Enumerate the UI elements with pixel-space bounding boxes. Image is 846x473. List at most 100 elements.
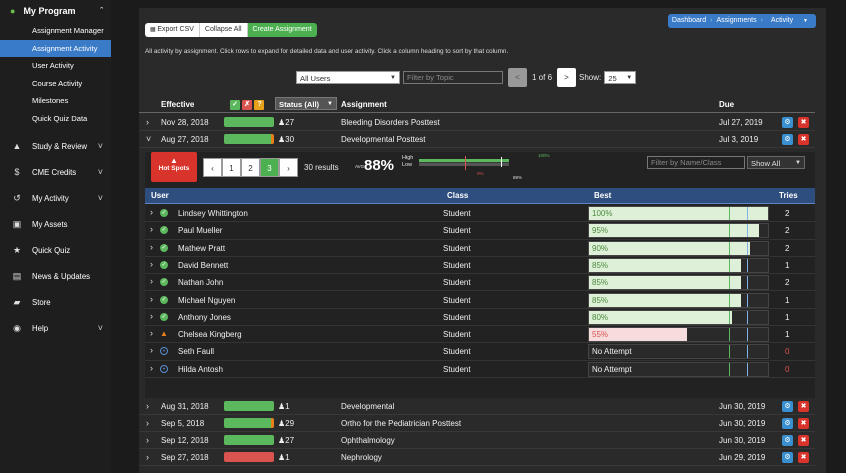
breadcrumb-assignments[interactable]: Assignments (713, 14, 761, 28)
breadcrumb-activity[interactable]: Activity ▼ (763, 14, 816, 28)
best-score-bar: 85% (588, 275, 769, 291)
expand-icon[interactable]: › (146, 117, 149, 127)
trash-icon[interactable]: ✖ (798, 134, 809, 145)
settings-icon[interactable]: ⚙ (782, 134, 793, 145)
best-score-value: 85% (592, 260, 609, 270)
column-due[interactable]: Due (719, 100, 734, 109)
assignment-row[interactable]: ˅ Aug 27, 2018 ♟30 Developmental Posttest Ju… (139, 131, 815, 148)
status-select[interactable]: Status (All) ▼ (275, 97, 337, 110)
export-csv-button[interactable]: ▦ Export CSV (145, 23, 200, 37)
expand-icon[interactable]: › (150, 311, 153, 321)
sidebar-subitem[interactable]: User Activity (0, 57, 111, 75)
user-class: Student (443, 347, 471, 357)
user-row[interactable]: › ✓ David Bennett Student 85% 1 (145, 257, 815, 275)
user-row[interactable]: › ✓ Mathew Pratt Student 90% 2 (145, 240, 815, 257)
user-row[interactable]: › ✓ Anthony Jones Student 80% 1 (145, 309, 815, 327)
sidebar-subitem[interactable]: Assignment Manager (0, 22, 111, 40)
users-select[interactable]: All Users ▼ (296, 71, 400, 84)
best-score-fill (589, 207, 768, 220)
page-button[interactable]: 2 (241, 158, 260, 177)
column-tries[interactable]: Tries (779, 191, 798, 200)
settings-icon[interactable]: ⚙ (782, 401, 793, 412)
sidebar-header-my-program[interactable]: ● My Program ˆ (0, 0, 111, 22)
page-button[interactable]: 1 (222, 158, 241, 177)
user-row[interactable]: › • Hilda Antosh Student No Attempt 0 (145, 361, 815, 378)
trash-icon[interactable]: ✖ (798, 435, 809, 446)
user-count-value: 1 (285, 402, 290, 411)
sidebar-item[interactable]: ▰ Store (0, 289, 111, 315)
expand-icon[interactable]: › (150, 363, 153, 373)
prev-page-button[interactable]: < (508, 68, 527, 87)
page-size-select[interactable]: 25 ▼ (604, 71, 637, 84)
expand-icon[interactable]: › (146, 418, 149, 428)
best-score-bar: 80% (588, 309, 769, 325)
sidebar-subitem[interactable]: Assignment Activity (0, 39, 111, 57)
expand-icon[interactable]: › (146, 435, 149, 445)
breadcrumb-activity-label: Activity (770, 17, 794, 24)
topic-filter-input[interactable]: Filter by Topic (403, 71, 503, 84)
create-assignment-button[interactable]: Create Assignment (247, 23, 317, 37)
expand-icon[interactable]: ˅ (146, 134, 151, 144)
assignment-row[interactable]: › Aug 31, 2018 ♟1 Developmental Jun 30, 2019… (139, 398, 815, 415)
expand-icon[interactable]: › (150, 224, 153, 234)
status-checkboxes: ✓ ✗ ? (230, 99, 265, 110)
prev-page-button[interactable]: ‹ (203, 158, 222, 177)
class-select[interactable]: Show All ▼ (747, 156, 805, 169)
column-best[interactable]: Best (594, 191, 611, 200)
sidebar-item[interactable]: ★ Quick Quiz (0, 237, 111, 263)
settings-icon[interactable]: ⚙ (782, 452, 793, 463)
column-class[interactable]: Class (447, 191, 468, 200)
next-page-button[interactable]: › (279, 158, 298, 177)
column-effective[interactable]: Effective (161, 100, 194, 109)
sidebar-item[interactable]: ◉ Help ˅ (0, 315, 111, 341)
sidebar-item[interactable]: $ CME Credits ˅ (0, 159, 111, 185)
trash-icon[interactable]: ✖ (798, 418, 809, 429)
expand-icon[interactable]: › (150, 259, 153, 269)
sidebar-item[interactable]: ↺ My Activity ˅ (0, 185, 111, 211)
check-icon[interactable]: ✓ (230, 100, 240, 110)
user-row[interactable]: › ✓ Nathan John Student 85% 2 (145, 274, 815, 292)
column-user[interactable]: User (151, 191, 169, 200)
expand-icon[interactable]: › (150, 294, 153, 304)
best-score-value: 80% (592, 312, 609, 322)
expand-icon[interactable]: › (150, 207, 153, 217)
sidebar-item[interactable]: ▤ News & Updates (0, 263, 111, 289)
assignment-row[interactable]: › Sep 5, 2018 ♟29 Ortho for the Pediatricia… (139, 415, 815, 432)
question-icon[interactable]: ? (254, 100, 265, 110)
trash-icon[interactable]: ✖ (798, 452, 809, 463)
user-row[interactable]: › ✓ Lindsey Whittington Student 100% 2 (145, 205, 815, 223)
user-row[interactable]: › ✓ Paul Mueller Student 95% 2 (145, 222, 815, 240)
breadcrumb-dashboard[interactable]: Dashboard (668, 14, 710, 28)
settings-icon[interactable]: ⚙ (782, 435, 793, 446)
expand-icon[interactable]: › (146, 452, 149, 462)
sidebar-item[interactable]: ▣ My Assets (0, 211, 111, 237)
assignment-row[interactable]: › Nov 28, 2018 ♟27 Bleeding Disorders Postt… (139, 114, 815, 131)
expand-icon[interactable]: › (150, 276, 153, 286)
next-page-button[interactable]: > (557, 68, 577, 87)
settings-icon[interactable]: ⚙ (782, 418, 793, 429)
trash-icon[interactable]: ✖ (798, 401, 809, 412)
sidebar-subitem[interactable]: Course Activity (0, 75, 111, 93)
sidebar-subitem[interactable]: Milestones (0, 92, 111, 110)
assignment-row[interactable]: › Sep 12, 2018 ♟27 Ophthalmology Jun 30, 201… (139, 432, 815, 449)
x-icon[interactable]: ✗ (242, 100, 253, 110)
expand-icon[interactable]: › (150, 328, 153, 338)
sidebar-item[interactable]: ▲ Study & Review ˅ (0, 133, 111, 159)
expand-icon[interactable]: › (150, 242, 153, 252)
settings-icon[interactable]: ⚙ (782, 117, 793, 128)
sidebar-subitem[interactable]: Quick Quiz Data (0, 110, 111, 128)
user-row[interactable]: › ▲ Chelsea Kingberg Student 55% 1 (145, 326, 815, 344)
user-row[interactable]: › • Seth Faull Student No Attempt 0 (145, 343, 815, 361)
collapse-all-button[interactable]: Collapse All (199, 23, 248, 37)
assignment-row[interactable]: › Sep 27, 2018 ♟1 Nephrology Jun 29, 2019 ⚙ ✖ (139, 449, 815, 466)
hot-spots-button[interactable]: ▲ Hot Spots (151, 152, 197, 182)
page-button[interactable]: 3 (260, 158, 279, 177)
column-assignment[interactable]: Assignment (341, 100, 387, 109)
avg-line (747, 293, 748, 307)
name-filter-input[interactable]: Filter by Name/Class (647, 156, 745, 169)
trash-icon[interactable]: ✖ (798, 117, 809, 128)
user-row[interactable]: › ✓ Michael Nguyen Student 85% 1 (145, 292, 815, 309)
completion-bar (224, 134, 274, 144)
expand-icon[interactable]: › (150, 345, 153, 355)
expand-icon[interactable]: › (146, 401, 149, 411)
